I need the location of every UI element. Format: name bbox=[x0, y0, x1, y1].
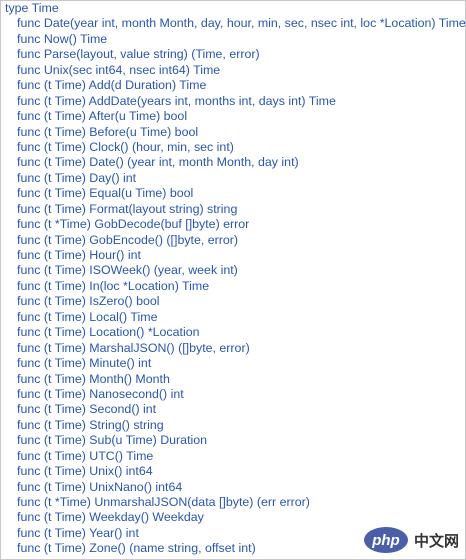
func-entry[interactable]: func (t Time) Month() Month bbox=[5, 372, 466, 387]
func-entry[interactable]: func (t Time) Add(d Duration) Time bbox=[5, 78, 466, 93]
func-entry[interactable]: func (t Time) Before(u Time) bool bbox=[5, 125, 466, 140]
func-entry[interactable]: func (t Time) Equal(u Time) bool bbox=[5, 186, 466, 201]
time-api-list: type Time func Date(year int, month Mont… bbox=[5, 1, 466, 557]
func-entry[interactable]: func (t Time) In(loc *Location) Time bbox=[5, 279, 466, 294]
type-declaration[interactable]: type Time bbox=[5, 1, 466, 16]
func-entry[interactable]: func Now() Time bbox=[5, 32, 466, 47]
func-entry[interactable]: func (t *Time) UnmarshalJSON(data []byte… bbox=[5, 495, 466, 510]
func-entry[interactable]: func (t Time) IsZero() bool bbox=[5, 294, 466, 309]
func-entry[interactable]: func (t Time) ISOWeek() (year, week int) bbox=[5, 263, 466, 278]
func-entry[interactable]: func Unix(sec int64, nsec int64) Time bbox=[5, 63, 466, 78]
func-entry[interactable]: func (t Time) Weekday() Weekday bbox=[5, 510, 466, 525]
func-entry[interactable]: func (t Time) After(u Time) bool bbox=[5, 109, 466, 124]
func-entry[interactable]: func (t Time) String() string bbox=[5, 418, 466, 433]
func-entry[interactable]: func (t *Time) GobDecode(buf []byte) err… bbox=[5, 217, 466, 232]
func-entry[interactable]: func (t Time) AddDate(years int, months … bbox=[5, 94, 466, 109]
func-entry[interactable]: func (t Time) Date() (year int, month Mo… bbox=[5, 155, 466, 170]
func-entry[interactable]: func (t Time) Sub(u Time) Duration bbox=[5, 433, 466, 448]
func-entry[interactable]: func (t Time) Minute() int bbox=[5, 356, 466, 371]
func-entry[interactable]: func (t Time) UTC() Time bbox=[5, 449, 466, 464]
func-entry[interactable]: func (t Time) MarshalJSON() ([]byte, err… bbox=[5, 341, 466, 356]
func-entry[interactable]: func (t Time) Unix() int64 bbox=[5, 464, 466, 479]
func-entry[interactable]: func Date(year int, month Month, day, ho… bbox=[5, 16, 466, 31]
func-entry[interactable]: func (t Time) Day() int bbox=[5, 171, 466, 186]
func-entry[interactable]: func (t Time) Format(layout string) stri… bbox=[5, 202, 466, 217]
document-frame: type Time func Date(year int, month Mont… bbox=[0, 0, 466, 560]
func-entry[interactable]: func (t Time) Clock() (hour, min, sec in… bbox=[5, 140, 466, 155]
func-entry[interactable]: func Parse(layout, value string) (Time, … bbox=[5, 47, 466, 62]
php-logo: php bbox=[363, 527, 408, 553]
func-list: func Date(year int, month Month, day, ho… bbox=[5, 16, 466, 556]
func-entry[interactable]: func (t Time) Second() int bbox=[5, 402, 466, 417]
watermark-text: 中文网 bbox=[413, 532, 459, 550]
func-entry[interactable]: func (t Time) Nanosecond() int bbox=[5, 387, 466, 402]
func-entry[interactable]: func (t Time) UnixNano() int64 bbox=[5, 480, 466, 495]
func-entry[interactable]: func (t Time) Location() *Location bbox=[5, 325, 466, 340]
func-entry[interactable]: func (t Time) GobEncode() ([]byte, error… bbox=[5, 233, 466, 248]
func-entry[interactable]: func (t Time) Hour() int bbox=[5, 248, 466, 263]
watermark: php 中文网 bbox=[363, 527, 459, 553]
func-entry[interactable]: func (t Time) Local() Time bbox=[5, 310, 466, 325]
